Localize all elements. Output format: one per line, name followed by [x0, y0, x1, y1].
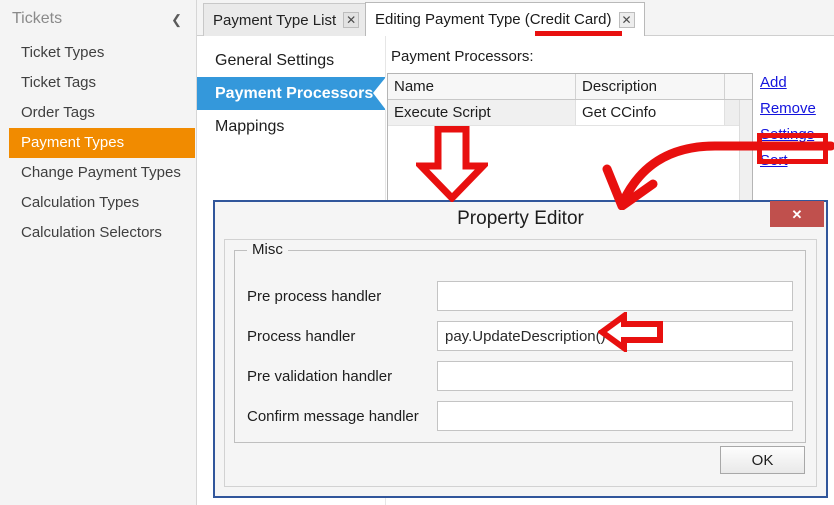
- app-window: Tickets ❮ Ticket Types Ticket Tags Order…: [0, 0, 834, 505]
- sidebar-item-ticket-types[interactable]: Ticket Types: [9, 38, 195, 68]
- payment-processors-label: Payment Processors:: [391, 48, 534, 65]
- nav-item-general-settings[interactable]: General Settings: [197, 44, 385, 77]
- grid-header-row: Name Description: [388, 74, 752, 100]
- pre-validation-handler-input[interactable]: [437, 361, 793, 391]
- dialog-title: Property Editor: [457, 208, 584, 229]
- settings-link[interactable]: Settings: [760, 126, 834, 143]
- field-row-confirm-message-handler: Confirm message handler: [247, 401, 793, 431]
- chevron-left-icon[interactable]: ❮: [167, 11, 186, 28]
- property-editor-dialog: Property Editor ✕ Misc Pre process handl…: [213, 200, 828, 498]
- sidebar-item-ticket-tags[interactable]: Ticket Tags: [9, 68, 195, 98]
- dialog-close-button[interactable]: ✕: [770, 201, 824, 227]
- confirm-message-handler-label: Confirm message handler: [247, 407, 419, 425]
- field-row-process-handler: Process handler: [247, 321, 793, 351]
- close-icon[interactable]: ✕: [618, 11, 635, 28]
- tab-strip: Payment Type List ✕ Editing Payment Type…: [197, 0, 834, 36]
- sidebar-list: Ticket Types Ticket Tags Order Tags Paym…: [0, 38, 196, 248]
- sidebar-item-payment-types[interactable]: Payment Types: [9, 128, 195, 158]
- cell-description: Get CCinfo: [576, 100, 725, 125]
- table-row[interactable]: Execute Script Get CCinfo ^: [388, 100, 752, 126]
- process-handler-label: Process handler: [247, 327, 356, 345]
- ok-button[interactable]: OK: [720, 446, 805, 474]
- dialog-body: Misc Pre process handler Process handler…: [224, 239, 817, 487]
- pre-validation-handler-label: Pre validation handler: [247, 367, 393, 385]
- misc-group-legend: Misc: [247, 241, 288, 258]
- tab-payment-type-list[interactable]: Payment Type List ✕: [203, 3, 370, 36]
- field-row-pre-validation-handler: Pre validation handler: [247, 361, 793, 391]
- process-handler-input[interactable]: [437, 321, 793, 351]
- grid-column-name[interactable]: Name: [388, 74, 576, 99]
- sort-link[interactable]: Sort: [760, 152, 834, 169]
- sidebar-item-calculation-selectors[interactable]: Calculation Selectors: [9, 218, 195, 248]
- sidebar-title: Tickets: [12, 10, 63, 27]
- grid-column-description[interactable]: Description: [576, 74, 725, 99]
- sidebar-item-change-payment-types[interactable]: Change Payment Types: [9, 158, 195, 188]
- remove-link[interactable]: Remove: [760, 100, 834, 117]
- sidebar-header: Tickets ❮: [0, 0, 196, 38]
- cell-name: Execute Script: [388, 100, 576, 125]
- tab-label: Payment Type List: [213, 11, 337, 29]
- tab-editing-payment-type[interactable]: Editing Payment Type (Credit Card) ✕: [365, 2, 645, 36]
- left-sidebar: Tickets ❮ Ticket Types Ticket Tags Order…: [0, 0, 197, 505]
- nav-item-payment-processors[interactable]: Payment Processors: [197, 77, 386, 110]
- sidebar-item-order-tags[interactable]: Order Tags: [9, 98, 195, 128]
- confirm-message-handler-input[interactable]: [437, 401, 793, 431]
- nav-item-label: Payment Processors: [215, 85, 374, 102]
- add-link[interactable]: Add: [760, 74, 834, 91]
- pre-process-handler-input[interactable]: [437, 281, 793, 311]
- grid-column-blank[interactable]: [725, 74, 752, 99]
- close-icon[interactable]: ✕: [343, 12, 360, 28]
- nav-item-mappings[interactable]: Mappings: [197, 110, 385, 143]
- grid-action-links: Add Remove Settings Sort: [760, 74, 834, 178]
- chevron-right-indicator-icon: [373, 77, 386, 110]
- tab-label: Editing Payment Type (Credit Card): [375, 11, 612, 28]
- field-row-pre-process-handler: Pre process handler: [247, 281, 793, 311]
- pre-process-handler-label: Pre process handler: [247, 287, 382, 305]
- misc-group-box: Misc Pre process handler Process handler…: [234, 241, 806, 443]
- sidebar-item-calculation-types[interactable]: Calculation Types: [9, 188, 195, 218]
